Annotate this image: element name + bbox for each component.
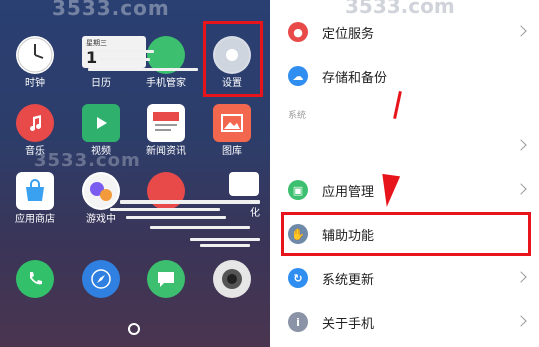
app-video[interactable]: 视频	[69, 104, 133, 158]
home-screen: 3533.com 3533.com 时钟 星期三 1 日历 手机管家 设置 音乐	[0, 0, 270, 347]
app-gallery[interactable]: 图库	[200, 104, 264, 158]
app-label: 新闻资讯	[146, 146, 186, 157]
app-phone-manager[interactable]: 手机管家	[134, 36, 198, 90]
settings-row-about-phone[interactable]: i 关于手机	[270, 300, 539, 344]
app-theme[interactable]: 化	[212, 172, 270, 220]
browser-icon	[82, 260, 120, 298]
gallery-icon	[213, 104, 251, 142]
video-icon	[82, 104, 120, 142]
chevron-right-icon	[515, 139, 527, 151]
location-icon: ●	[288, 22, 308, 42]
app-label: 时钟	[25, 78, 45, 89]
settings-row-system-update[interactable]: ↻ 系统更新	[270, 256, 539, 300]
settings-row-blank[interactable]	[270, 124, 539, 168]
row-label: 关于手机	[322, 316, 375, 332]
app-calendar[interactable]: 日历	[69, 36, 133, 90]
dock-messages[interactable]	[134, 260, 198, 298]
app-store[interactable]: 应用商店	[3, 172, 67, 226]
row-label: 定位服务	[322, 26, 375, 42]
music-icon	[16, 104, 54, 142]
settings-highlight-box	[203, 21, 263, 97]
row-label: 存储和备份	[322, 70, 388, 86]
clock-icon	[16, 36, 54, 74]
update-icon: ↻	[288, 268, 308, 288]
app-music[interactable]: 音乐	[3, 104, 67, 158]
app-label: 音乐	[25, 146, 45, 157]
settings-row-app-management[interactable]: ▣ 应用管理	[270, 168, 539, 212]
android-app-icon	[147, 172, 185, 210]
info-icon: i	[288, 312, 308, 332]
app-label: 游戏中	[86, 214, 116, 225]
chevron-right-icon	[515, 183, 527, 195]
watermark: 3533.com	[52, 0, 170, 20]
app-label: 化	[250, 208, 260, 219]
chevron-right-icon	[515, 271, 527, 283]
dock-browser[interactable]	[69, 260, 133, 298]
settings-row-storage[interactable]: ☁ 存储和备份	[270, 54, 539, 98]
app-label: 图库	[222, 146, 242, 157]
messages-icon	[147, 260, 185, 298]
app-news[interactable]: 新闻资讯	[134, 104, 198, 158]
app-label: 手机管家	[146, 78, 186, 89]
home-button[interactable]	[128, 323, 140, 335]
app-clock[interactable]: 时钟	[3, 36, 67, 90]
news-icon	[147, 104, 185, 142]
row-label: 应用管理	[322, 184, 375, 200]
theme-icon	[229, 172, 259, 196]
app-android[interactable]	[134, 172, 198, 210]
dock-phone[interactable]	[3, 260, 67, 298]
cloud-icon: ☁	[288, 66, 308, 86]
game-center-icon	[82, 172, 120, 210]
app-game-center[interactable]: 游戏中	[69, 172, 133, 226]
section-label: 系统	[288, 111, 307, 121]
accessibility-highlight-box	[281, 212, 531, 256]
settings-row-location[interactable]: ● 定位服务	[270, 10, 539, 54]
app-label: 视频	[91, 146, 111, 157]
android-icon: ▣	[288, 180, 308, 200]
phone-icon	[16, 260, 54, 298]
camera-icon	[213, 260, 251, 298]
row-label: 系统更新	[322, 272, 375, 288]
app-label: 日历	[91, 78, 111, 89]
chevron-right-icon	[515, 25, 527, 37]
chevron-right-icon	[515, 315, 527, 327]
app-store-icon	[16, 172, 54, 210]
app-label: 应用商店	[15, 214, 55, 225]
dock-camera[interactable]	[200, 260, 264, 298]
